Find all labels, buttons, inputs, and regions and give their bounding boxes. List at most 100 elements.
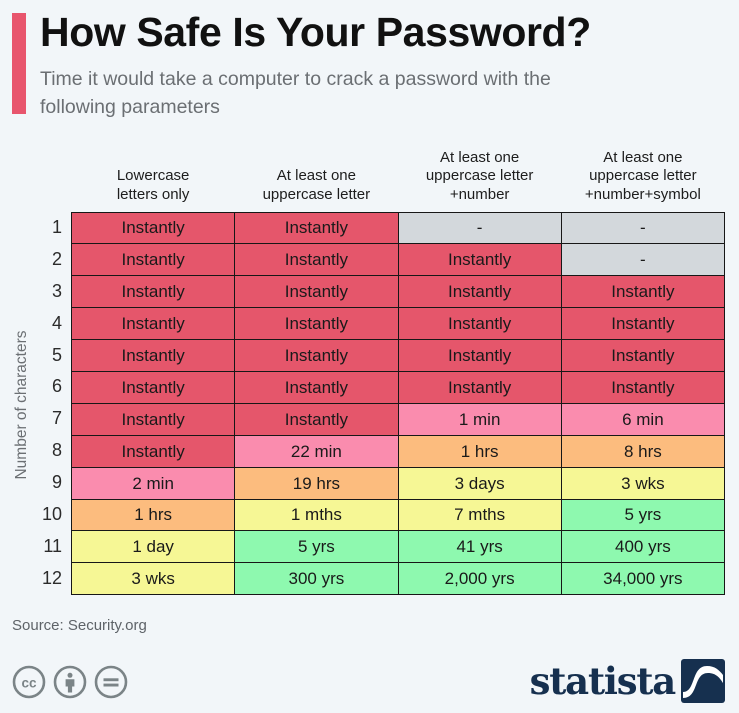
row-number-10: 10 — [41, 504, 62, 525]
table-row: 2 min 19 hrs 3 days 3 wks — [70, 466, 726, 500]
column-header-4: At least one uppercase letter +number+symb… — [561, 140, 724, 212]
row-number-5: 5 — [51, 344, 62, 365]
cell-r1-c2: Instantly — [234, 211, 399, 245]
cell-r8-c3: 1 hrs — [397, 434, 562, 468]
table-row: Instantly Instantly Instantly Instantly — [70, 307, 726, 341]
cell-r11-c1: 1 day — [70, 530, 236, 564]
cell-r4-c4: Instantly — [560, 307, 726, 341]
row-number-9: 9 — [51, 472, 62, 493]
page-title: How Safe Is Your Password? — [40, 9, 591, 55]
cell-r6-c2: Instantly — [234, 370, 399, 404]
row-number-1: 1 — [51, 217, 62, 237]
statista-mark-icon — [681, 659, 725, 703]
column-header-line: At least one — [440, 148, 520, 166]
row-number-4: 4 — [51, 312, 62, 333]
row-number-column: 1 2 3 4 5 6 7 8 9 10 11 12 — [26, 212, 67, 595]
cell-r6-c1: Instantly — [70, 370, 236, 404]
cell-r8-c1: Instantly — [70, 434, 236, 468]
header: How Safe Is Your Password? Time it would… — [0, 0, 739, 128]
cell-r6-c3: Instantly — [397, 370, 562, 404]
table-row: Instantly Instantly - - — [70, 211, 726, 245]
column-header-line: uppercase letter — [589, 167, 697, 185]
row-number-12: 12 — [41, 567, 62, 588]
cell-r2-c4: - — [560, 243, 726, 277]
column-header-line: uppercase letter — [425, 167, 534, 185]
table-row: Instantly Instantly Instantly - — [70, 243, 726, 277]
table-row: 1 hrs 1 mths 7 mths 5 yrs — [70, 498, 726, 532]
cell-r5-c3: Instantly — [397, 339, 562, 372]
password-crack-time-table: Lowercase letters only At least one upperca… — [70, 140, 726, 596]
cell-r12-c1: 3 wks — [70, 562, 236, 596]
source-note: Source: Security.org — [12, 617, 147, 634]
cell-r2-c3: Instantly — [397, 243, 562, 277]
cell-r7-c4: 6 min — [560, 402, 726, 436]
cell-r2-c1: Instantly — [70, 243, 236, 277]
cell-r6-c4: Instantly — [560, 370, 726, 404]
cell-r7-c1: Instantly — [70, 402, 236, 436]
cell-r4-c3: Instantly — [397, 307, 562, 341]
cc-by-person-icon — [53, 665, 87, 699]
column-header-1: Lowercase letters only — [72, 140, 235, 212]
column-header-line: Lowercase — [116, 167, 190, 185]
column-header-line: letters only — [116, 185, 190, 203]
row-number-6: 6 — [51, 376, 62, 397]
table-row: Instantly Instantly Instantly Instantly — [70, 370, 726, 404]
column-header-line: +number+symbol — [584, 185, 701, 203]
cell-r9-c2: 19 hrs — [234, 466, 399, 500]
column-header-line: +number — [449, 185, 510, 203]
cell-r10-c3: 7 mths — [397, 498, 562, 532]
accent-bar — [12, 13, 26, 114]
cell-r7-c2: Instantly — [234, 402, 399, 436]
cc-nd-equals-icon — [94, 665, 128, 699]
column-header-line: At least one — [276, 167, 356, 185]
cell-r12-c2: 300 yrs — [234, 562, 399, 596]
table-header: Lowercase letters only At least one upperca… — [72, 140, 725, 212]
cell-r1-c4: - — [560, 211, 726, 245]
statista-logo: statista — [530, 659, 725, 703]
cell-r3-c1: Instantly — [70, 275, 236, 309]
row-number-7: 7 — [51, 408, 62, 429]
cell-r12-c3: 2,000 yrs — [397, 562, 562, 596]
row-number-11: 11 — [43, 535, 62, 556]
table-row: Instantly Instantly Instantly Instantly — [70, 339, 726, 372]
cc-icon: cc — [12, 665, 46, 699]
cell-r9-c1: 2 min — [70, 466, 236, 500]
row-number-2: 2 — [51, 248, 62, 269]
header-row: Lowercase letters only At least one upperca… — [72, 140, 725, 212]
statista-wordmark: statista — [529, 658, 677, 703]
table-row: Instantly Instantly Instantly Instantly — [70, 275, 726, 309]
cell-r5-c1: Instantly — [70, 339, 236, 372]
creative-commons-icons: cc — [12, 665, 128, 699]
column-header-line: At least one — [603, 148, 683, 166]
cell-r3-c4: Instantly — [560, 275, 726, 309]
page-subtitle: Time it would take a computer to crack a… — [40, 68, 551, 118]
table-row: Instantly Instantly 1 min 6 min — [70, 402, 726, 436]
cell-r8-c4: 8 hrs — [560, 434, 726, 468]
cell-r8-c2: 22 min — [234, 434, 399, 468]
table-row: 1 day 5 yrs 41 yrs 400 yrs — [70, 530, 726, 564]
matrix-table: Lowercase letters only At least one upperca… — [70, 140, 726, 596]
cell-r10-c2: 1 mths — [234, 498, 399, 532]
column-header-line: uppercase letter — [262, 185, 371, 203]
cell-r3-c3: Instantly — [397, 275, 562, 309]
cell-r5-c2: Instantly — [234, 339, 399, 372]
row-number-8: 8 — [51, 440, 62, 461]
cell-r4-c1: Instantly — [70, 307, 236, 341]
svg-text:cc: cc — [21, 676, 37, 691]
cell-r10-c4: 5 yrs — [560, 498, 726, 532]
cell-r3-c2: Instantly — [234, 275, 399, 309]
cell-r11-c3: 41 yrs — [397, 530, 562, 564]
cell-r7-c3: 1 min — [397, 402, 562, 436]
cell-r10-c1: 1 hrs — [70, 498, 236, 532]
column-header-2: At least one uppercase letter — [235, 140, 398, 212]
cell-r5-c4: Instantly — [560, 339, 726, 372]
table-row: Instantly 22 min 1 hrs 8 hrs — [70, 434, 726, 468]
cell-r9-c3: 3 days — [397, 466, 562, 500]
cell-r9-c4: 3 wks — [560, 466, 726, 500]
cell-r4-c2: Instantly — [234, 307, 399, 341]
cell-r11-c4: 400 yrs — [560, 530, 726, 564]
column-header-3: At least one uppercase letter +number — [398, 140, 561, 212]
table-row: 3 wks 300 yrs 2,000 yrs 34,000 yrs — [70, 562, 726, 596]
cell-r2-c2: Instantly — [234, 243, 399, 277]
cell-r1-c3: - — [397, 211, 562, 245]
